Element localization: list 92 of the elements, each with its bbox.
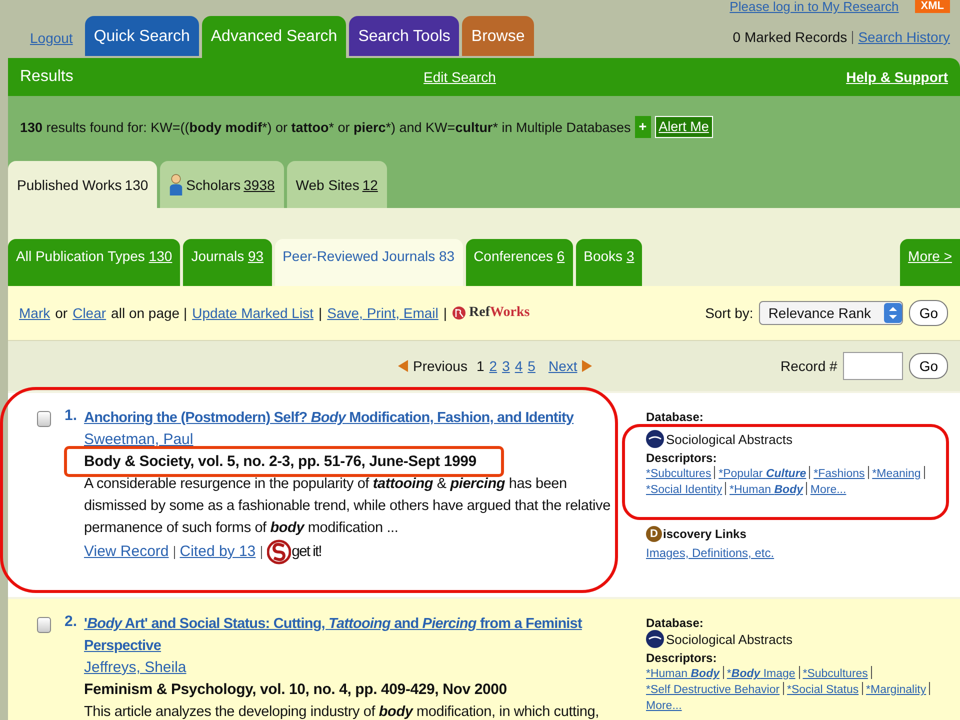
descriptor-link[interactable]: *Meaning [872, 468, 921, 480]
descriptor-link[interactable]: *Social Identity [646, 484, 722, 496]
record-link[interactable]: Cited by 13 [180, 541, 256, 563]
database-label: Database: [646, 616, 704, 630]
go-button[interactable]: Go [909, 353, 948, 379]
stepper-icon [884, 303, 902, 323]
descriptor-link[interactable]: *Popular Culture [718, 468, 806, 480]
page-number[interactable]: 4 [514, 358, 523, 374]
next-link[interactable]: Next [548, 358, 578, 374]
person-icon [169, 172, 184, 196]
descriptors-label: Descriptors: [646, 651, 718, 665]
record-title-link[interactable]: Anchoring the (Postmodern) Self? Body Modification, Fashion, and Identity [84, 407, 574, 429]
query-summary: 130 results found for: KW=((body modif*) or tattoo* or pierc*) and KW=cultur* in Multiple Databases [20, 120, 631, 134]
more-descriptors-link[interactable]: More... [810, 484, 846, 496]
page-number[interactable]: 3 [502, 358, 510, 374]
search-history-link[interactable]: Search History [858, 29, 950, 45]
descriptor-link[interactable]: *Human Body [729, 484, 803, 496]
discovery-link[interactable]: Images, Definitions, etc. [646, 546, 774, 560]
database-name: Sociological Abstracts [666, 632, 792, 646]
record-abstract: A considerable resurgence in the popularity of tattooing & piercing has been dismissed by some as a fashionable trend, while others have argued that the relative permanence of such forms of body modification ... [84, 475, 612, 538]
publication-type-tab[interactable]: Peer-Reviewed Journals 83 [274, 239, 463, 286]
record-link[interactable]: View Record [84, 541, 169, 563]
record-number: 2. [63, 613, 77, 632]
login-link[interactable]: Please log in to My Research [730, 0, 899, 14]
descriptor-link[interactable]: *Social Status [787, 684, 859, 696]
discovery-badge: D [646, 526, 662, 542]
descriptor-link[interactable]: *Human Body [646, 668, 720, 680]
category-tab[interactable]: Scholars 3938 [160, 161, 284, 208]
descriptors-label: Descriptors: [646, 451, 718, 465]
publication-type-tab[interactable]: Journals 93 [183, 239, 272, 286]
author-link[interactable]: Jeffreys, Sheila [84, 657, 186, 679]
toolbar-text: all on page | [111, 305, 188, 321]
search-tab[interactable]: Advanced Search [202, 16, 346, 58]
clear-link[interactable]: Clear [72, 305, 106, 321]
descriptor-link[interactable]: *Marginality [866, 684, 926, 696]
database-name: Sociological Abstracts [666, 432, 792, 446]
add-button[interactable]: + [634, 116, 651, 138]
descriptor-link[interactable]: *Fashions [814, 468, 865, 480]
page-number[interactable]: 5 [528, 358, 536, 374]
discovery-links-title: iscovery Links [663, 527, 746, 541]
mark-link[interactable]: Mark [19, 305, 50, 321]
update-marked-list-link[interactable]: Update Marked List [192, 305, 314, 321]
refworks-icon [452, 306, 466, 320]
separator-text: | [318, 305, 322, 321]
descriptor-link[interactable]: *Subcultures [646, 468, 712, 480]
search-tab[interactable]: Quick Search [84, 16, 199, 56]
category-tab[interactable]: Web Sites 12 [286, 161, 387, 208]
record-source: Feminism & Psychology, vol. 10, no. 4, pp. 409-429, Nov 2000 [84, 680, 507, 700]
sort-label: Sort by: [705, 305, 754, 321]
marked-records-count: 0 Marked Records [732, 29, 848, 45]
page-number[interactable]: 2 [489, 358, 498, 374]
descriptor-link[interactable]: *Self Destructive Behavior [646, 684, 780, 696]
separator-text: | [443, 305, 448, 321]
category-tab[interactable]: Published Works 130 [8, 161, 158, 208]
publication-type-tab[interactable]: Books 3 [576, 239, 642, 286]
descriptor-link[interactable]: *Subcultures [802, 668, 868, 680]
save-print-email-link[interactable]: Save, Print, Email [327, 305, 438, 321]
results-title: Results [20, 68, 74, 86]
alert-me-button[interactable]: Alert Me [654, 116, 713, 138]
refworks-button[interactable]: RefWorks [452, 305, 530, 321]
sort-dropdown[interactable]: Relevance Rank [759, 301, 904, 325]
more-tab[interactable]: More > [900, 239, 960, 286]
database-logo-icon [646, 430, 664, 448]
more-descriptors-link[interactable]: More... [646, 700, 682, 712]
edit-search-link[interactable]: Edit Search [424, 69, 496, 85]
go-button[interactable]: Go [909, 300, 948, 326]
record-number-label: Record # [780, 358, 838, 374]
record-checkbox[interactable] [37, 411, 51, 427]
search-tab[interactable]: Browse [462, 16, 534, 56]
search-tab[interactable]: Search Tools [349, 16, 460, 56]
record-checkbox[interactable] [37, 617, 51, 633]
record-source: Body & Society, vol. 5, no. 2-3, pp. 51-76, June-Sept 1999 [84, 452, 476, 472]
record-number: 1. [63, 407, 77, 426]
publication-type-tab[interactable]: Conferences 6 [466, 239, 573, 286]
record-abstract: This article analyzes the developing industry of body modification, in which cutting, [84, 703, 599, 720]
record-number-field[interactable] [843, 352, 904, 380]
publication-type-tab[interactable]: All Publication Types 130 [8, 239, 180, 286]
get-it-button[interactable]: get it! [266, 539, 322, 565]
logout-link[interactable]: Logout [30, 30, 73, 46]
record-title-link[interactable]: 'Body Art' and Social Status: Cutting, Tattooing and Piercing from a Feminist Perspective [84, 613, 614, 657]
descriptor-link[interactable]: *Body Image [726, 668, 796, 680]
next-arrow-icon [582, 360, 592, 372]
database-label: Database: [646, 410, 704, 424]
get-it-logo-icon [266, 539, 291, 565]
page-number[interactable]: 1 [476, 358, 484, 374]
previous-arrow-icon [398, 360, 408, 372]
xml-badge[interactable]: XML [914, 0, 950, 13]
previous-label: Previous [413, 358, 468, 374]
database-logo-icon [646, 630, 664, 648]
help-support-link[interactable]: Help & Support [846, 69, 948, 85]
author-link[interactable]: Sweetman, Paul [84, 429, 194, 451]
toolbar-text: or [55, 305, 68, 321]
